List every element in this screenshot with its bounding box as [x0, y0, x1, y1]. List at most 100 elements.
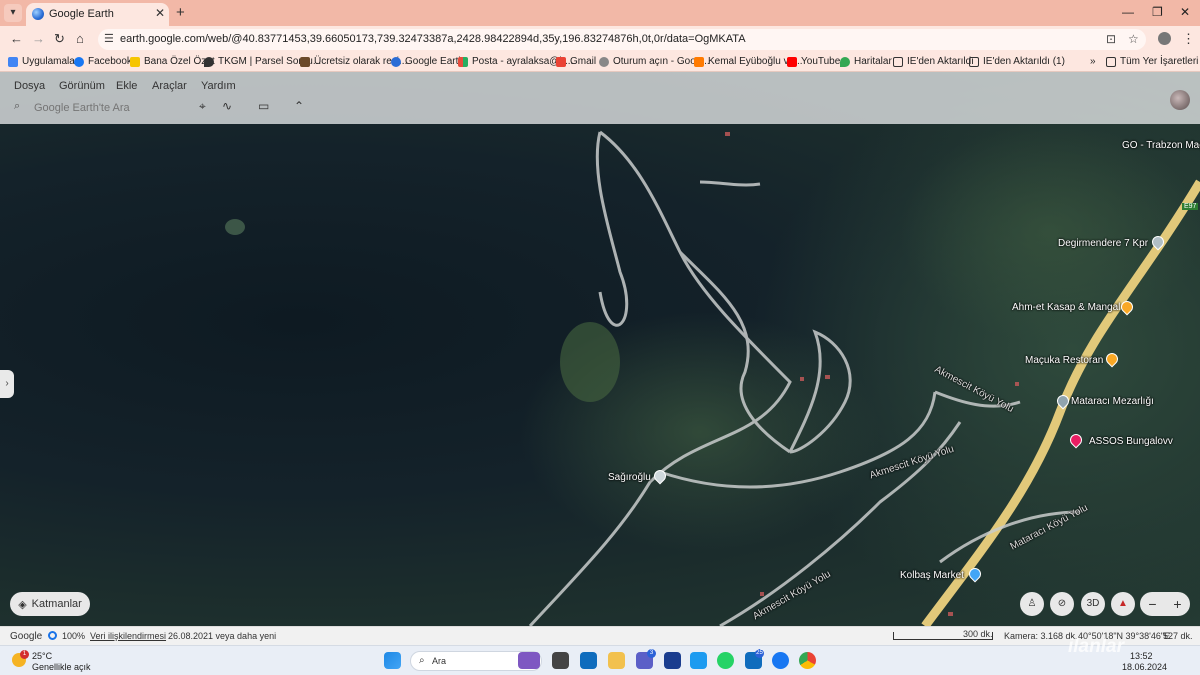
menu-view[interactable]: Görünüm	[59, 80, 105, 92]
weather-badge: 1	[20, 650, 29, 659]
widgets-icon[interactable]	[518, 652, 540, 669]
recenter-icon[interactable]: ⊘	[1050, 592, 1074, 616]
search-icon: ⌕	[419, 655, 425, 666]
place-label[interactable]: Kolbaş Market	[900, 570, 964, 581]
bookmark-item[interactable]: Haritalar	[840, 56, 892, 67]
data-attribution-link[interactable]: Veri ilişkilendirmesi	[90, 631, 166, 641]
teams-badge: 3	[647, 649, 656, 658]
site-settings-icon[interactable]: ☰	[104, 32, 114, 45]
facebook-icon[interactable]	[772, 652, 789, 669]
place-label[interactable]: ASSOS Bungalovv	[1089, 436, 1173, 447]
earth-search[interactable]: ⌕	[12, 100, 192, 116]
zoom-control: − +	[1140, 592, 1190, 616]
bookmark-label: Tüm Yer İşaretleri	[1120, 56, 1199, 67]
new-tab-icon[interactable]: +	[176, 4, 185, 21]
browser-menu-icon[interactable]: ⋮	[1182, 31, 1195, 47]
file-explorer-icon[interactable]	[608, 652, 625, 669]
compass-icon[interactable]: ▲	[1111, 592, 1135, 616]
bookmark-item[interactable]: IE'den Aktarıldı (1)	[969, 56, 1065, 67]
zoom-out-button[interactable]: −	[1148, 596, 1156, 612]
scale-bar	[893, 632, 993, 640]
bookmark-item[interactable]: Uygulamalar	[8, 56, 78, 67]
earth-status-bar: Google 100% Veri ilişkilendirmesi 26.08.…	[0, 626, 1200, 645]
bookmark-item[interactable]: Gmail	[556, 56, 596, 67]
bookmark-item[interactable]: IE'den Aktarıldı	[893, 56, 974, 67]
store-icon[interactable]	[580, 652, 597, 669]
all-bookmarks-folder[interactable]: Tüm Yer İşaretleri	[1106, 56, 1198, 67]
menu-file[interactable]: Dosya	[14, 80, 45, 92]
tab-close-icon[interactable]: ✕	[155, 6, 165, 20]
gmail-icon	[556, 56, 566, 67]
bookmark-label: Google Earth	[405, 56, 464, 67]
clock-date[interactable]: 18.06.2024	[1122, 662, 1167, 672]
bookmark-label: Haritalar	[854, 56, 892, 67]
close-window-icon[interactable]: ✕	[1180, 5, 1190, 19]
back-icon[interactable]: ←	[10, 31, 23, 46]
windows-start-icon[interactable]	[384, 652, 401, 669]
ruler-icon[interactable]: ▭	[258, 99, 269, 113]
bookmark-item[interactable]: Facebook	[74, 56, 132, 67]
bookmark-star-icon[interactable]: ☆	[1128, 32, 1139, 46]
bookmark-item[interactable]: Bana Özel Özet	[130, 56, 215, 67]
bookmarks-more-icon[interactable]: »	[1090, 56, 1096, 67]
place-label[interactable]: Sağıroğlu	[608, 472, 651, 483]
google-earth-icon	[391, 56, 401, 67]
earth-search-input[interactable]	[34, 100, 184, 115]
camera-altitude: Kamera: 3.168 dk.	[1004, 631, 1078, 641]
road-shield: E97	[1182, 203, 1199, 210]
tab-google-earth[interactable]: Google Earth ✕	[26, 3, 169, 26]
map-pin-icon	[204, 56, 214, 67]
youtube-icon	[787, 56, 797, 67]
tab-title: Google Earth	[49, 8, 114, 20]
bookmark-item[interactable]: Google Earth	[391, 56, 464, 67]
windows-taskbar: 1 25°C Genellikle açık ⌕ Ara 3 25 13:52 …	[0, 645, 1200, 675]
layers-button[interactable]: ◈ Katmanlar	[10, 592, 90, 616]
loading-ring-icon	[48, 631, 57, 640]
elevation: 527 dk.	[1163, 631, 1193, 641]
street-view-icon[interactable]: ♙	[1020, 592, 1044, 616]
user-avatar[interactable]	[1170, 90, 1190, 110]
maps-pin-icon	[840, 56, 850, 67]
path-icon[interactable]: ∿	[222, 99, 232, 113]
home-icon[interactable]: ⌂	[76, 31, 84, 46]
chrome-icon[interactable]	[799, 652, 816, 669]
google-g-icon	[599, 56, 609, 67]
whatsapp-icon[interactable]	[717, 652, 734, 669]
twitter-icon[interactable]	[690, 652, 707, 669]
folder-icon	[969, 56, 979, 67]
blogger-icon	[694, 56, 704, 67]
menu-add[interactable]: Ekle	[116, 80, 137, 92]
place-label[interactable]: Mataracı Mezarlığı	[1071, 396, 1154, 407]
minimize-icon[interactable]: —	[1122, 5, 1134, 19]
task-view-icon[interactable]	[552, 652, 569, 669]
profile-avatar[interactable]	[1158, 32, 1171, 45]
menu-tools[interactable]: Araçlar	[152, 80, 187, 92]
bookmark-item[interactable]: YouTube	[787, 56, 840, 67]
maximize-icon[interactable]: ❐	[1152, 5, 1163, 19]
google-earth-favicon-icon	[32, 8, 44, 20]
expand-panel-chevron-icon[interactable]: ›	[0, 370, 14, 398]
chevron-up-icon[interactable]: ⌃	[294, 99, 304, 113]
forward-icon[interactable]: →	[32, 31, 45, 46]
url-text[interactable]: earth.google.com/web/@40.83771453,39.660…	[120, 33, 746, 45]
apps-grid-icon	[8, 56, 18, 67]
earth-map-view[interactable]: GO - Trabzon Maç Degirmendere 7 Kpr Ahm-…	[0, 72, 1200, 626]
clock-time[interactable]: 13:52	[1130, 651, 1153, 661]
l-app-icon[interactable]	[664, 652, 681, 669]
weather-temp: 25°C	[32, 651, 53, 661]
bookmark-label: Gmail	[570, 56, 597, 67]
menu-help[interactable]: Yardım	[201, 80, 236, 92]
tab-search-menu-icon[interactable]: ▾	[4, 4, 22, 22]
windows-icon	[458, 56, 468, 67]
address-bar[interactable]: ☰ earth.google.com/web/@40.83771453,39.6…	[98, 29, 1146, 50]
reload-icon[interactable]: ↻	[54, 31, 65, 47]
install-app-icon[interactable]: ⊡	[1106, 32, 1116, 46]
placemark-icon[interactable]: ⌖	[199, 99, 206, 114]
zoom-in-button[interactable]: +	[1173, 596, 1181, 612]
place-label[interactable]: GO - Trabzon Maç	[1122, 140, 1200, 151]
toggle-3d-button[interactable]: 3D	[1081, 592, 1105, 616]
place-label[interactable]: Degirmendere 7 Kpr	[1058, 238, 1148, 249]
bookmark-label: IE'den Aktarıldı	[907, 56, 974, 67]
place-label[interactable]: Maçuka Restoran	[1025, 355, 1103, 366]
place-label[interactable]: Ahm-et Kasap & Mangal	[1012, 302, 1120, 313]
